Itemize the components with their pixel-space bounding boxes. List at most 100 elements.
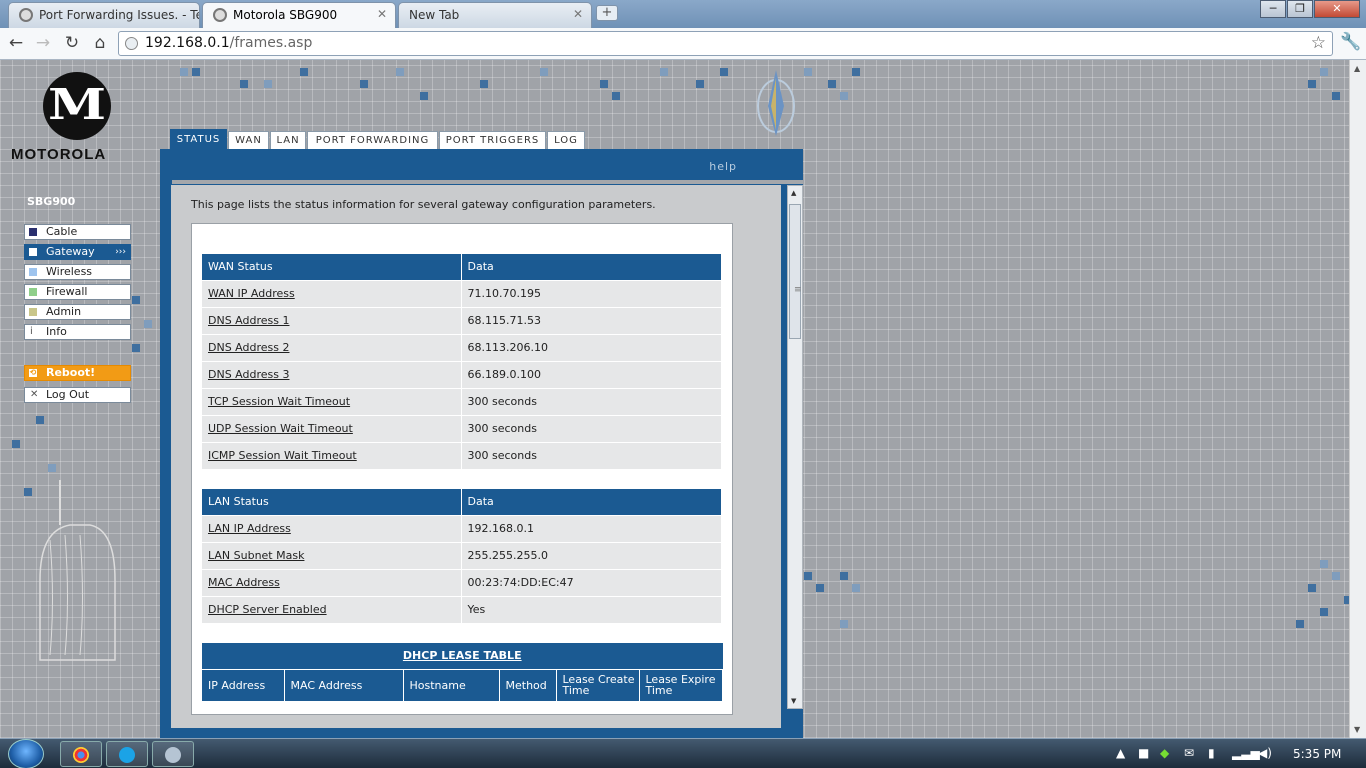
tab-wan[interactable]: WAN — [228, 131, 269, 149]
parameter-link[interactable]: DNS Address 2 — [208, 341, 289, 354]
scroll-up-icon[interactable]: ▲ — [1354, 64, 1360, 73]
taskbar-clock[interactable]: 5:35 PM — [1293, 747, 1341, 761]
sidebar-item-firewall[interactable]: Firewall — [24, 284, 131, 300]
parameter-link[interactable]: DNS Address 3 — [208, 368, 289, 381]
parameter-link[interactable]: MAC Address — [208, 576, 280, 589]
sidebar-item-label: Gateway — [46, 245, 95, 258]
volume-icon[interactable]: ◀) — [1258, 746, 1272, 760]
taskbar-skype[interactable] — [106, 741, 148, 767]
column-header: Data — [461, 489, 722, 515]
restore-button[interactable]: ❐ — [1287, 0, 1313, 18]
browser-tab[interactable]: Port Forwarding Issues. - Te — [8, 2, 200, 28]
panel-divider — [172, 180, 803, 184]
column-header: Data — [461, 254, 722, 280]
tab-lan[interactable]: LAN — [270, 131, 306, 149]
signal-strength-icon[interactable]: ▂▃▅ — [1232, 746, 1260, 760]
address-bar[interactable]: 192.168.0.1/frames.asp ☆ — [118, 31, 1333, 56]
skype-icon — [119, 747, 135, 763]
new-tab-button[interactable]: + — [596, 5, 618, 21]
pattern-square — [480, 80, 488, 88]
scroll-down-icon[interactable]: ▼ — [791, 697, 796, 705]
browser-tab-label: Port Forwarding Issues. - Te — [39, 8, 200, 22]
taskbar-app[interactable] — [152, 741, 194, 767]
parameter-link[interactable]: WAN IP Address — [208, 287, 295, 300]
lease-table-title[interactable]: DHCP LEASE TABLE — [202, 643, 723, 669]
tab-status[interactable]: STATUS — [170, 129, 227, 149]
close-tab-icon[interactable]: ✕ — [573, 7, 583, 21]
parameter-link[interactable]: DNS Address 1 — [208, 314, 289, 327]
info-icon: i — [30, 326, 33, 337]
close-window-button[interactable]: ✕ — [1314, 0, 1360, 18]
logout-button[interactable]: ✕ Log Out — [24, 387, 131, 403]
tab-log[interactable]: LOG — [547, 131, 585, 149]
forward-icon[interactable]: → — [32, 32, 54, 54]
modem-illustration-icon — [39, 480, 116, 661]
minimize-button[interactable]: ─ — [1260, 0, 1286, 18]
wrench-menu-icon[interactable]: 🔧 — [1340, 32, 1361, 52]
page-info-icon[interactable] — [125, 37, 138, 50]
close-tab-icon[interactable]: ✕ — [377, 7, 387, 21]
pattern-square — [660, 68, 668, 76]
tab-port-triggers[interactable]: PORT TRIGGERS — [439, 131, 546, 149]
reboot-button[interactable]: ⟲ Reboot! — [24, 365, 131, 381]
scroll-down-icon[interactable]: ▼ — [1354, 725, 1360, 734]
taskbar-chrome[interactable] — [60, 741, 102, 767]
back-icon[interactable]: ← — [5, 32, 27, 54]
sidebar-item-cable[interactable]: Cable — [24, 224, 131, 240]
pattern-square — [1320, 68, 1328, 76]
row-label-cell: TCP Session Wait Timeout — [202, 387, 462, 415]
pattern-square — [1332, 92, 1340, 100]
parameter-link[interactable]: TCP Session Wait Timeout — [208, 395, 350, 408]
sidebar-item-gateway[interactable]: Gateway ››› — [24, 244, 131, 260]
tray-mail-icon[interactable]: ✉ — [1184, 746, 1194, 760]
pattern-square — [144, 320, 152, 328]
column-header: LAN Status — [202, 489, 462, 515]
parameter-link[interactable]: LAN Subnet Mask — [208, 549, 304, 562]
row-value-cell: 68.113.206.10 — [461, 333, 722, 361]
main-panel: help This page lists the status informat… — [160, 149, 803, 738]
pattern-square — [264, 80, 272, 88]
sidebar-item-admin[interactable]: Admin — [24, 304, 131, 320]
pattern-square — [804, 572, 812, 580]
pattern-square — [360, 80, 368, 88]
pattern-square — [828, 80, 836, 88]
browser-tab[interactable]: New Tab ✕ — [398, 2, 592, 28]
tray-box-icon[interactable]: ■ — [1138, 746, 1149, 760]
browser-tab-active[interactable]: Motorola SBG900 ✕ — [202, 2, 396, 28]
pattern-square — [600, 80, 608, 88]
help-link[interactable]: help — [709, 160, 737, 173]
show-hidden-icons[interactable]: ▲ — [1116, 746, 1125, 760]
table-row: DNS Address 1 68.115.71.53 — [202, 306, 722, 334]
page-description: This page lists the status information f… — [191, 198, 656, 211]
sidebar-item-label: Info — [46, 325, 67, 338]
app-icon — [165, 747, 181, 763]
pattern-square — [240, 80, 248, 88]
parameter-link[interactable]: UDP Session Wait Timeout — [208, 422, 353, 435]
row-value-cell: Yes — [461, 595, 722, 623]
page-scrollbar[interactable]: ▲ ▼ — [1349, 60, 1366, 738]
pattern-square — [852, 584, 860, 592]
tray-shield-icon[interactable]: ◆ — [1160, 746, 1169, 760]
reload-icon[interactable]: ↻ — [61, 32, 83, 54]
pattern-square — [840, 92, 848, 100]
parameter-link[interactable]: ICMP Session Wait Timeout — [208, 449, 357, 462]
sidebar-item-wireless[interactable]: Wireless — [24, 264, 131, 280]
row-label-cell: DHCP Server Enabled — [202, 595, 462, 623]
start-button[interactable] — [8, 739, 44, 768]
scroll-up-icon[interactable]: ▲ — [791, 189, 796, 197]
row-label-cell: DNS Address 3 — [202, 360, 462, 388]
table-row: LAN Subnet Mask 255.255.255.0 — [202, 541, 722, 569]
sidebar-item-info[interactable]: i Info — [24, 324, 131, 340]
parameter-link[interactable]: DHCP Server Enabled — [208, 603, 327, 616]
tab-port-forwarding[interactable]: PORT FORWARDING — [307, 131, 438, 149]
content-scrollbar[interactable]: ▲ ≡ ▼ — [787, 185, 803, 709]
lease-column-header: Lease Expire Time — [639, 668, 723, 701]
table-row: ICMP Session Wait Timeout 300 seconds — [202, 441, 722, 469]
url-path: /frames.asp — [229, 35, 313, 51]
scrollbar-thumb[interactable]: ≡ — [789, 204, 802, 339]
tray-network-plug-icon[interactable]: ▮ — [1208, 746, 1215, 760]
pattern-square — [1332, 572, 1340, 580]
parameter-link[interactable]: LAN IP Address — [208, 522, 291, 535]
bookmark-star-icon[interactable]: ☆ — [1311, 33, 1326, 53]
home-icon[interactable]: ⌂ — [89, 32, 111, 54]
